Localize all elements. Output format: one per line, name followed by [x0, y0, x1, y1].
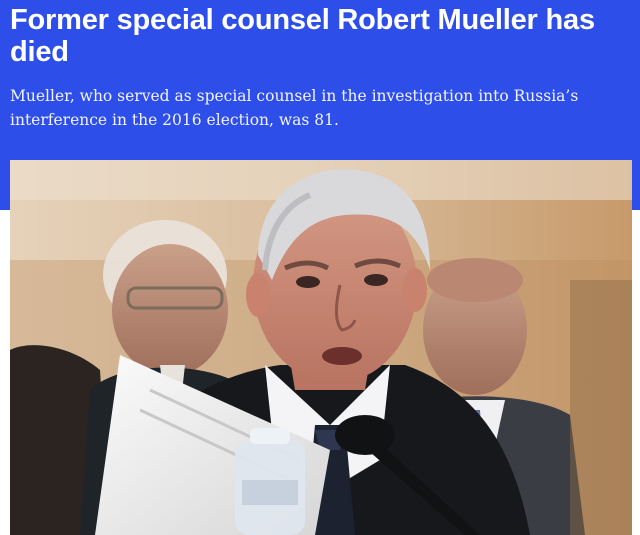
article-lead-photo[interactable] — [10, 160, 632, 535]
article-headline[interactable]: Former special counsel Robert Mueller ha… — [10, 4, 630, 68]
article-dek: Mueller, who served as special counsel i… — [10, 87, 579, 129]
lead-photo-illustration — [10, 160, 632, 535]
